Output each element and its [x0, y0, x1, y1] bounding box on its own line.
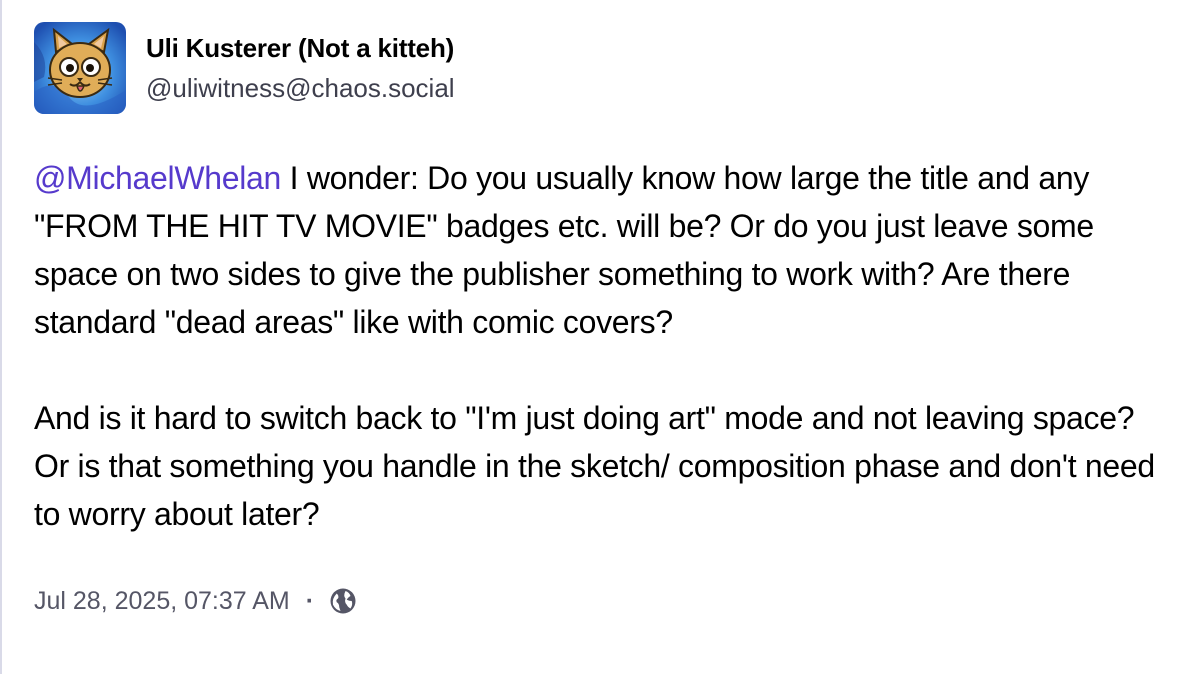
status-post: Uli Kusterer (Not a kitteh) @uliwitness@… [34, 22, 1174, 616]
thread-divider [0, 0, 2, 674]
post-header: Uli Kusterer (Not a kitteh) @uliwitness@… [34, 22, 1174, 114]
author-display-name[interactable]: Uli Kusterer (Not a kitteh) [146, 31, 455, 65]
mention-link[interactable]: @MichaelWhelan [34, 160, 281, 196]
post-meta: Jul 28, 2025, 07:37 AM · [34, 586, 1174, 616]
globe-icon [328, 586, 358, 616]
author-handle[interactable]: @uliwitness@chaos.social [146, 71, 455, 105]
post-content: @MichaelWhelan I wonder: Do you usually … [34, 154, 1174, 538]
post-paragraph-1: @MichaelWhelan I wonder: Do you usually … [34, 154, 1174, 346]
cat-avatar-icon[interactable] [34, 22, 126, 114]
author-names: Uli Kusterer (Not a kitteh) @uliwitness@… [146, 31, 455, 105]
meta-separator: · [305, 586, 315, 615]
post-paragraph-2: And is it hard to switch back to "I'm ju… [34, 400, 1155, 532]
post-timestamp[interactable]: Jul 28, 2025, 07:37 AM [34, 587, 290, 616]
